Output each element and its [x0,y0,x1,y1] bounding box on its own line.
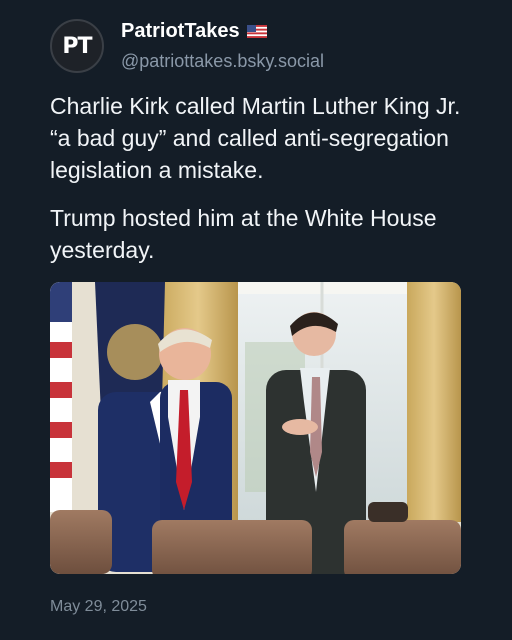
avatar-initials: PT [62,33,92,59]
handle[interactable]: @patriottakes.bsky.social [121,51,324,72]
post-date[interactable]: May 29, 2025 [50,598,147,616]
post-text-paragraph-1: Charlie Kirk called Martin Luther King J… [50,93,461,183]
display-name[interactable]: PatriotTakes [121,20,267,43]
post-image[interactable] [50,282,461,574]
display-name-text: PatriotTakes [121,20,240,42]
avatar[interactable]: PT [50,19,104,73]
post-text-paragraph-2: Trump hosted him at the White House yest… [50,205,437,263]
photo-illustration [50,282,461,574]
us-flag-icon [246,25,267,38]
